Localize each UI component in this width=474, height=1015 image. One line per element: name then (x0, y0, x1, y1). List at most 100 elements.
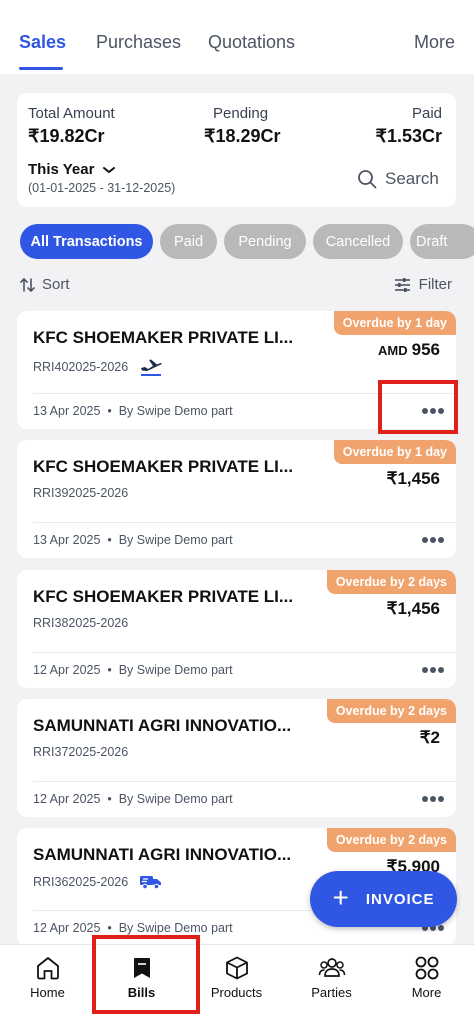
created-by: By Swipe Demo part (118, 533, 233, 547)
invoice-amount: AMD 956 (378, 340, 440, 360)
sort-label: Sort (42, 276, 70, 293)
highlight-box-more-options (378, 380, 458, 434)
airplane-icon (141, 359, 162, 376)
tab-quotations[interactable]: Quotations (208, 32, 295, 53)
invoice-footer: 13 Apr 2025 • By Swipe Demo part (33, 533, 233, 547)
filter-button[interactable]: Filter (394, 276, 452, 293)
period-selector[interactable]: This Year (28, 161, 116, 178)
box-icon (225, 956, 248, 980)
invoice-footer: 12 Apr 2025 • By Swipe Demo part (33, 663, 233, 677)
more-options-icon[interactable] (422, 532, 444, 548)
invoice-ref-row: RRI382025-2026 (33, 616, 128, 630)
bottom-navigation: Home Bills Products Parties More (0, 944, 474, 1015)
invoice-date: 12 Apr 2025 (33, 663, 101, 677)
invoice-footer: 12 Apr 2025 • By Swipe Demo part (33, 792, 233, 806)
card-divider (33, 652, 456, 653)
invoice-number: RRI402025-2026 (33, 360, 129, 374)
invoice-ref-row: RRI372025-2026 (33, 745, 128, 759)
invoice-amount: ₹2 (419, 728, 440, 747)
invoice-footer: 12 Apr 2025 • By Swipe Demo part (33, 921, 233, 935)
status-badge: Overdue by 2 days (326, 828, 456, 852)
filter-label: Filter (418, 276, 452, 293)
chip-pending[interactable]: Pending (224, 224, 306, 259)
grid-circles-icon (415, 956, 438, 980)
delivery-truck-icon (140, 876, 162, 890)
tab-more[interactable]: More (414, 32, 455, 53)
nav-products-label: Products (210, 985, 263, 1000)
search-label: Search (385, 169, 439, 188)
nav-products[interactable]: Products (189, 945, 284, 1015)
top-tab-bar: Sales Purchases Quotations More (0, 0, 474, 74)
status-badge: Overdue by 1 day (333, 311, 456, 335)
nav-home-label: Home (30, 985, 65, 1000)
invoice-date: 13 Apr 2025 (33, 533, 101, 547)
transaction-filter-chips: All Transactions Paid Pending Cancelled … (0, 224, 474, 262)
home-icon (36, 957, 59, 980)
invoice-ref-row: RRI392025-2026 (33, 486, 128, 500)
status-badge: Overdue by 2 days (326, 699, 456, 723)
more-options-icon[interactable] (422, 662, 444, 678)
paid-value: ₹1.53Cr (375, 126, 443, 146)
nav-parties-label: Parties (311, 985, 352, 1000)
created-by: By Swipe Demo part (118, 663, 233, 677)
highlight-box-bills-nav (92, 935, 200, 1014)
nav-more-label: More (411, 985, 442, 1000)
chip-all-transactions[interactable]: All Transactions (20, 224, 153, 259)
search-button[interactable]: Search (357, 169, 439, 189)
sort-filter-bar: Sort Filter (0, 276, 474, 298)
paid-label: Paid (411, 105, 442, 122)
people-icon (318, 958, 345, 977)
tab-purchases[interactable]: Purchases (96, 32, 181, 53)
active-tab-indicator (19, 67, 63, 70)
nav-more[interactable]: More (379, 945, 474, 1015)
create-invoice-label: INVOICE (365, 890, 435, 908)
period-label: This Year (28, 161, 95, 178)
invoice-ref-row: RRI362025-2026 (33, 874, 162, 890)
more-options-icon[interactable] (422, 791, 444, 807)
invoice-number: RRI392025-2026 (33, 486, 129, 500)
created-by: By Swipe Demo part (118, 921, 233, 935)
invoice-ref-row: RRI402025-2026 (33, 357, 162, 377)
nav-home[interactable]: Home (0, 945, 95, 1015)
chevron-down-icon (103, 166, 116, 173)
customer-name: KFC SHOEMAKER PRIVATE LI... (33, 457, 294, 476)
card-divider (33, 522, 456, 523)
total-amount-label: Total Amount (28, 105, 115, 122)
pending-label: Pending (213, 105, 269, 122)
currency-code: AMD (378, 343, 408, 358)
invoice-number: RRI362025-2026 (33, 875, 129, 889)
filter-sliders-icon (394, 277, 410, 292)
date-range: (01-01-2025 - 31-12-2025) (28, 181, 176, 195)
chip-draft[interactable]: Draft (410, 224, 474, 259)
invoice-number: RRI382025-2026 (33, 616, 129, 630)
invoice-footer: 13 Apr 2025 • By Swipe Demo part (33, 404, 233, 418)
invoice-date: 12 Apr 2025 (33, 792, 101, 806)
invoice-date: 13 Apr 2025 (33, 404, 101, 418)
nav-parties[interactable]: Parties (284, 945, 379, 1015)
amount-value: 956 (411, 340, 440, 359)
total-amount-value: ₹19.82Cr (28, 126, 105, 146)
invoice-date: 12 Apr 2025 (33, 921, 101, 935)
invoice-card[interactable]: Overdue by 1 day KFC SHOEMAKER PRIVATE L… (17, 440, 456, 558)
invoice-card[interactable]: Overdue by 2 days KFC SHOEMAKER PRIVATE … (17, 570, 456, 688)
status-badge: Overdue by 2 days (326, 570, 456, 594)
plus-icon: + (332, 882, 350, 913)
chip-paid[interactable]: Paid (160, 224, 217, 259)
customer-name: SAMUNNATI AGRI INNOVATIO... (33, 716, 292, 735)
create-invoice-button[interactable]: + INVOICE (310, 871, 457, 927)
chip-cancelled[interactable]: Cancelled (313, 224, 403, 259)
tab-sales[interactable]: Sales (19, 32, 66, 53)
sort-button[interactable]: Sort (20, 276, 70, 293)
created-by: By Swipe Demo part (118, 404, 233, 418)
customer-name: KFC SHOEMAKER PRIVATE LI... (33, 328, 294, 347)
search-icon (358, 170, 377, 189)
created-by: By Swipe Demo part (118, 792, 233, 806)
customer-name: SAMUNNATI AGRI INNOVATIO... (33, 845, 292, 864)
invoice-card[interactable]: Overdue by 2 days SAMUNNATI AGRI INNOVAT… (17, 699, 456, 817)
sort-arrows-icon (20, 277, 35, 292)
invoice-amount: ₹1,456 (386, 469, 440, 488)
customer-name: KFC SHOEMAKER PRIVATE LI... (33, 587, 294, 606)
invoice-number: RRI372025-2026 (33, 745, 129, 759)
invoice-amount: ₹1,456 (386, 599, 440, 618)
sales-summary-card: Total Amount ₹19.82Cr Pending ₹18.29Cr P… (17, 93, 456, 207)
